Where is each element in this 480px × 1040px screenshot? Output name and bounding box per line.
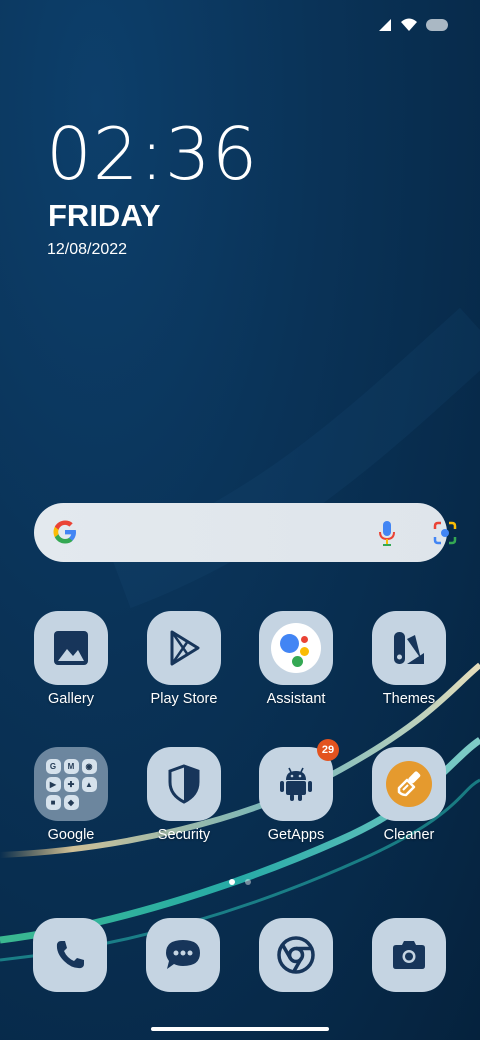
- app-label: Gallery: [48, 691, 94, 707]
- microphone-icon[interactable]: [377, 520, 397, 546]
- brush-icon: [386, 761, 432, 807]
- gallery-icon: [54, 631, 88, 665]
- google-icon: [53, 520, 76, 544]
- app-label: GetApps: [267, 827, 325, 843]
- app-assistant[interactable]: Assistant: [241, 611, 351, 707]
- app-cleaner[interactable]: Cleaner: [354, 747, 464, 843]
- cleaner-tile[interactable]: [372, 747, 446, 821]
- themes-tile[interactable]: [372, 611, 446, 685]
- app-play-store[interactable]: Play Store: [129, 611, 239, 707]
- assistant-tile[interactable]: [259, 611, 333, 685]
- security-tile[interactable]: [147, 747, 221, 821]
- page-indicator: [229, 879, 251, 885]
- shield-icon: [168, 764, 200, 804]
- app-label: Themes: [382, 691, 436, 707]
- gallery-tile[interactable]: [34, 611, 108, 685]
- mini-photos-icon: ✚: [63, 776, 79, 792]
- dock-phone[interactable]: [33, 918, 107, 992]
- app-security[interactable]: Security: [129, 747, 239, 843]
- page-dot-active: [229, 879, 235, 885]
- date-text: 12/08/2022: [47, 241, 128, 258]
- chrome-icon: [277, 936, 315, 974]
- status-bar: [378, 18, 448, 32]
- signal-icon: [379, 19, 391, 31]
- android-icon: [280, 767, 312, 801]
- assistant-icon: [271, 623, 321, 673]
- mini-duo-icon: ◆: [63, 794, 79, 810]
- mini-meet-icon: ■: [45, 794, 61, 810]
- app-themes[interactable]: Themes: [354, 611, 464, 707]
- camera-icon: [393, 941, 425, 969]
- mini-drive-icon: ▲: [81, 776, 97, 792]
- themes-icon: [394, 632, 424, 664]
- clock-time[interactable]: 02:36: [46, 112, 259, 196]
- notification-badge: 29: [317, 739, 339, 761]
- mini-google-icon: G: [45, 758, 61, 774]
- mini-maps-icon: ◉: [81, 758, 97, 774]
- dock-messages[interactable]: [146, 918, 220, 992]
- dock-chrome[interactable]: [259, 918, 333, 992]
- page-dot[interactable]: [245, 879, 251, 885]
- wifi-icon: [401, 18, 417, 31]
- lens-icon[interactable]: [432, 520, 458, 546]
- google-folder-icon[interactable]: G M ◉ ▶ ✚ ▲ ■ ◆: [34, 747, 108, 821]
- play-store-tile[interactable]: [147, 611, 221, 685]
- app-label: Assistant: [266, 691, 326, 707]
- home-gesture-bar[interactable]: [151, 1027, 329, 1031]
- battery-icon: [426, 19, 448, 31]
- play-store-icon: [170, 630, 200, 666]
- app-label: Security: [157, 827, 211, 843]
- google-search-bar[interactable]: [34, 503, 457, 562]
- app-gallery[interactable]: Gallery: [16, 611, 126, 707]
- mini-gmail-icon: M: [63, 758, 79, 774]
- app-label: Play Store: [150, 691, 218, 707]
- getapps-tile[interactable]: 29: [259, 739, 339, 821]
- phone-icon: [56, 941, 84, 969]
- folder-google[interactable]: G M ◉ ▶ ✚ ▲ ■ ◆ Google: [16, 747, 126, 843]
- app-getapps[interactable]: 29 GetApps: [241, 739, 351, 843]
- app-label: Cleaner: [383, 827, 435, 843]
- mini-youtube-icon: ▶: [45, 776, 61, 792]
- dock-camera[interactable]: [372, 918, 446, 992]
- app-label: Google: [47, 827, 95, 843]
- messages-icon: [166, 940, 200, 969]
- day-of-week: FRIDAY: [48, 198, 161, 233]
